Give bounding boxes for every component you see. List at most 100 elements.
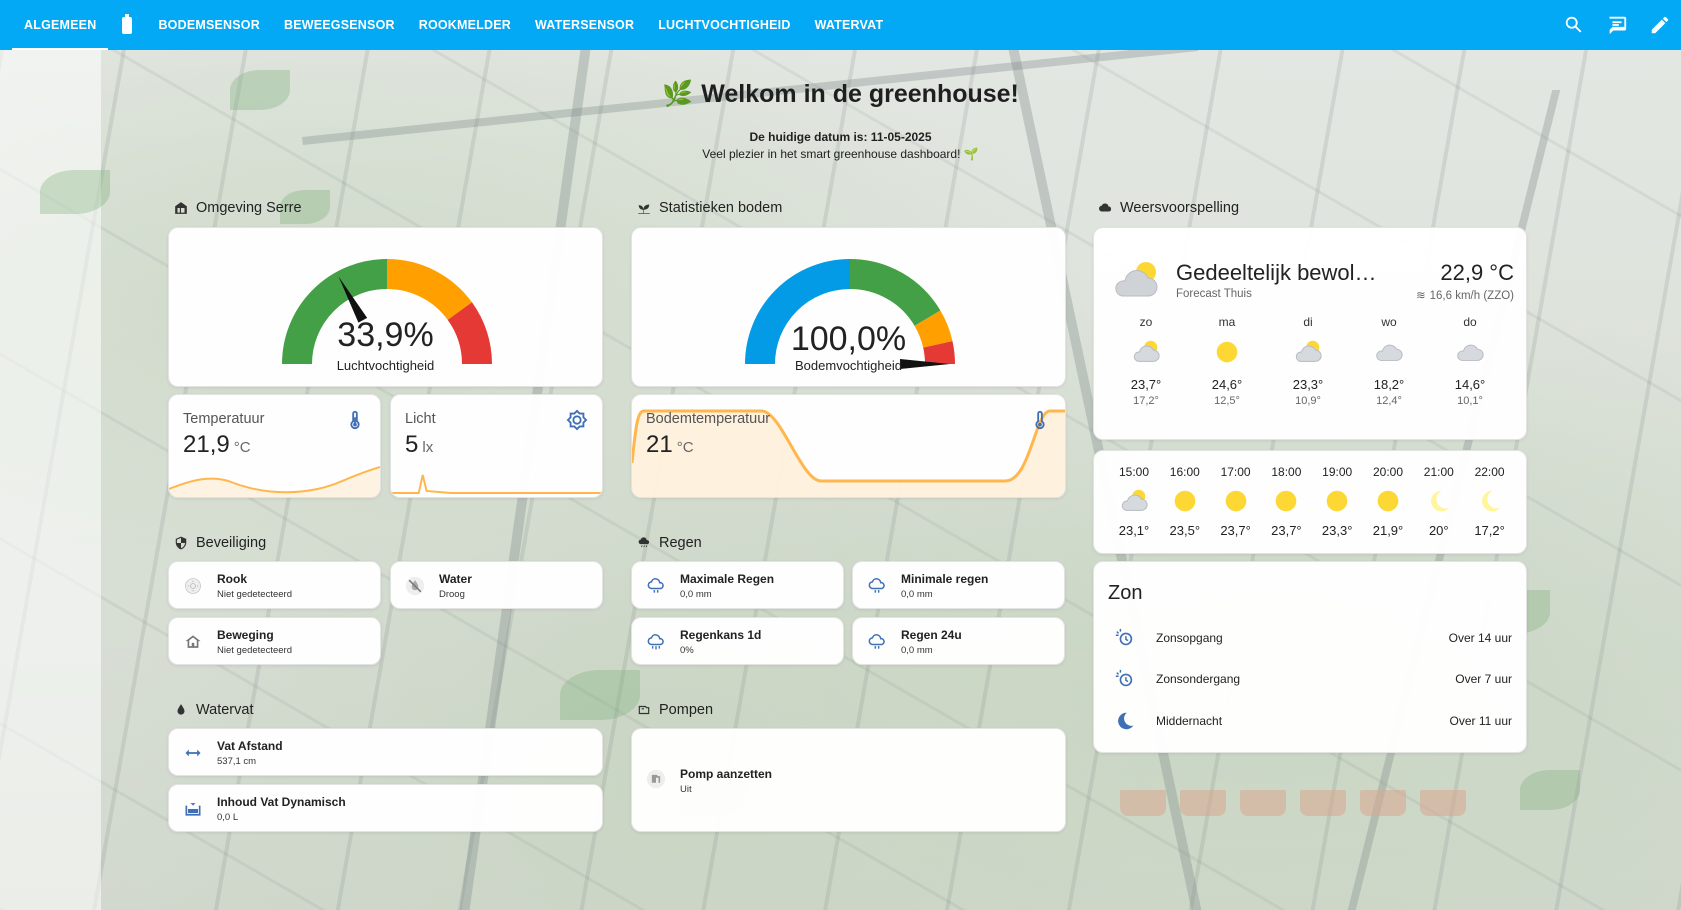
forecast-hour: 15:00 23,1° [1108,465,1160,538]
soil-temperature-sparkline [632,409,1065,497]
tile-state: 0,0 L [217,812,239,823]
sun-row-zonsondergang: Zonsondergang Over 7 uur [1094,665,1526,695]
tile-inhoud-vat[interactable]: Inhoud Vat Dynamisch 0,0 L [168,784,603,832]
smoke-detector-icon [181,574,205,598]
current-date-text: De huidige datum is: 11-05-2025 [749,130,932,144]
edit-button[interactable] [1638,0,1681,50]
sensor-name: Licht [405,411,436,427]
rain-chance-icon [644,630,668,654]
forecast-hour-temp: 20° [1428,523,1449,538]
forecast-icon-wrap [1197,337,1257,367]
tile-pomp[interactable]: Pomp aanzetten Uit [631,728,1066,832]
tab-algemeen[interactable]: ALGEMEEN [12,0,109,50]
partly-cloudy-icon [1115,262,1158,297]
tile-vat-afstand[interactable]: Vat Afstand 537,1 cm [168,728,603,776]
tab-beweegsensor[interactable]: BEWEEGSENSOR [272,0,407,50]
tile-rook[interactable]: Rook Niet gedetecteerd [168,561,381,609]
forecast-day: di 23,3° 10,9° [1278,315,1338,407]
forecast-icon-wrap [1359,337,1419,367]
tab-watersensor[interactable]: WATERSENSOR [523,0,646,50]
weather-forecast-card[interactable]: Gedeeltelijk bewol… Forecast Thuis 22,9 … [1093,227,1527,440]
tab-watervat[interactable]: WATERVAT [803,0,896,50]
cloudy-icon [1457,344,1484,361]
forecast-hour: 22:00 17,2° [1464,465,1516,538]
sun-title: Zon [1108,582,1143,604]
forecast-icon-wrap [1108,485,1160,517]
tile-name: Pomp aanzetten [680,767,773,781]
forecast-low: 12,5° [1214,395,1240,407]
tile-state: Niet gedetecteerd [217,589,292,600]
hourly-forecast-card[interactable]: 15:00 23,1° 16:00 23,5° 17:00 23,7° 18:00 23,7°… [1093,450,1527,554]
forecast-icon-wrap [1159,485,1211,517]
tile-beweging[interactable]: Beweging Niet gedetecteerd [168,617,381,665]
forecast-day-label: zo [1139,315,1153,329]
forecast-icon-wrap [1413,485,1465,517]
sun-row-value: Over 7 uur [1455,672,1512,686]
tile-state: 537,1 cm [217,756,257,767]
forecast-high: 18,2° [1373,377,1405,392]
tile-state: Droog [439,589,465,600]
section-omgeving-serre: Omgeving Serre [174,200,302,216]
pump-toggle-icon [644,767,668,791]
forecast-low: 12,4° [1376,395,1402,407]
gauge-label: Luchtvochtigheid [336,358,435,373]
forecast-hour: 17:00 23,7° [1210,465,1262,538]
tile-maximale-regen[interactable]: Maximale Regen 0,0 mm [631,561,844,609]
tile-state: 0,0 mm [901,589,933,600]
forecast-icon-wrap [1210,485,1262,517]
tile-regen-24u[interactable]: Regen 24u 0,0 mm [852,617,1065,665]
forecast-low: 10,1° [1457,395,1483,407]
sun-row-value: Over 14 uur [1448,631,1512,645]
moon-icon [1430,490,1450,512]
partly-cloudy-icon [1295,340,1322,362]
sensor-card-bodemtemperatuur[interactable]: Bodemtemperatuur 21 °C [631,394,1066,498]
sensor-value: 21 °C [646,431,694,458]
tile-regenkans[interactable]: Regenkans 1d 0% [631,617,844,665]
forecast-hour-time: 21:00 [1423,465,1454,479]
section-beveiliging: Beveiliging [174,535,266,551]
soil-gauge-segment [849,259,941,327]
tile-name: Beweging [217,628,274,642]
forecast-hour: 18:00 23,7° [1260,465,1312,538]
sun-row-name: Middernacht [1156,714,1223,728]
tile-name: Rook [217,572,247,586]
forecast-hour-time: 15:00 [1118,465,1150,479]
tile-minimale-regen[interactable]: Minimale regen 0,0 mm [852,561,1065,609]
water-tank-icon [181,797,205,821]
forecast-hour: 21:00 20° [1413,465,1465,538]
assist-button[interactable] [1595,0,1638,50]
weather-temperature: 22,9 °C [1440,260,1514,285]
water-drop-icon [177,704,185,715]
section-regen: Regen [637,535,702,551]
sun-card[interactable]: Zon Zonsopgang Over 14 uur Zonsondergang… [1093,561,1527,753]
search-button[interactable] [1552,0,1595,50]
sensor-card-temperatuur[interactable]: Temperatuur 21,9 °C [168,394,381,498]
rain-cloud-icon [638,537,650,548]
sensor-name: Temperatuur [183,411,265,427]
tab-luchtvochtigheid[interactable]: LUCHTVOCHTIGHEID [646,0,802,50]
forecast-hour-time: 16:00 [1169,465,1200,479]
tile-water[interactable]: Water Droog [390,561,603,609]
gauge-card-luchtvochtigheid[interactable]: 33,9% Luchtvochtigheid [168,227,603,387]
brightness-icon [566,409,588,431]
tab-battery[interactable] [108,0,146,50]
light-sparkline [391,474,602,494]
forecast-icon-wrap [1440,337,1500,367]
gauge-label: Bodemvochtigheid [795,358,902,373]
gauge-card-bodemvochtigheid[interactable]: 100,0% Bodemvochtigheid [631,227,1066,387]
forecast-hour: 19:00 23,3° [1311,465,1363,538]
partly-cloudy-icon [1133,340,1160,362]
pump-icon [638,705,650,715]
tile-name: Regen 24u [901,628,962,642]
forecast-icon-wrap [1464,485,1516,517]
forecast-high: 14,6° [1454,377,1486,392]
forecast-day-label: wo [1381,315,1397,329]
tab-rookmelder[interactable]: ROOKMELDER [407,0,523,50]
sunny-icon [1174,490,1196,512]
sensor-card-licht[interactable]: Licht 5 lx [390,394,603,498]
tab-bodemsensor[interactable]: BODEMSENSOR [146,0,272,50]
tile-name: Minimale regen [901,572,989,586]
forecast-hour-temp: 21,9° [1372,523,1404,538]
forecast-hour-time: 18:00 [1271,465,1302,479]
forecast-hour-temp: 23,7° [1271,523,1302,538]
